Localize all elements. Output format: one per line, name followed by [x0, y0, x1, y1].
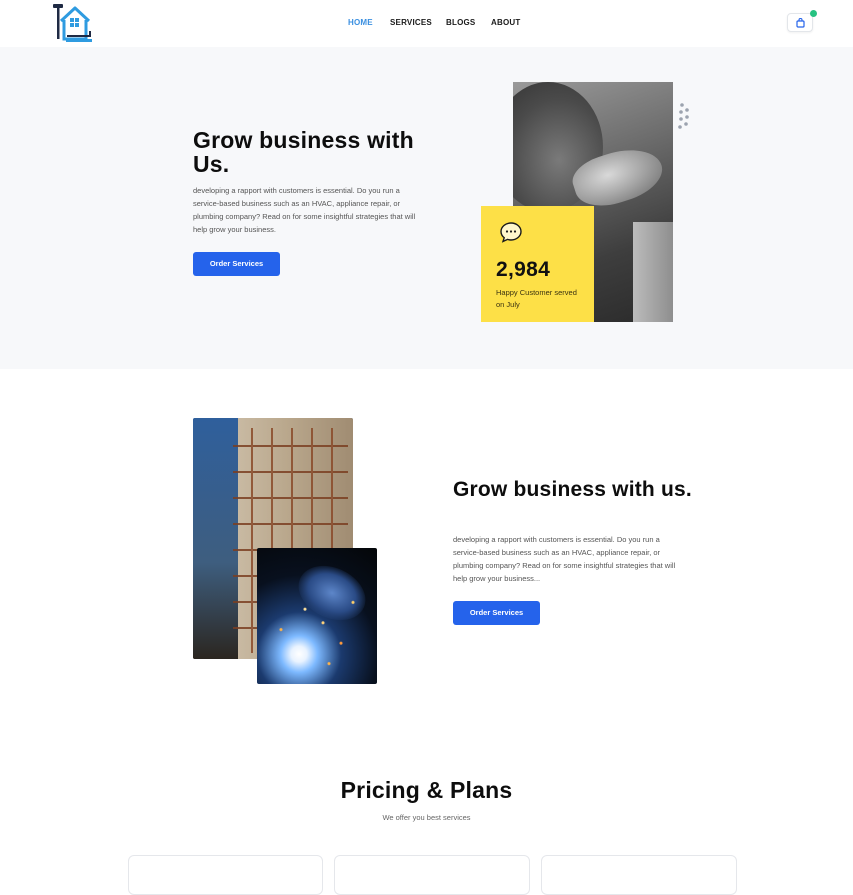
chat-bubble-icon	[500, 222, 522, 243]
section2-title: Grow business with us.	[453, 478, 692, 501]
cart-indicator-dot	[810, 10, 817, 17]
stat-number: 2,984	[496, 258, 551, 281]
welding-photo	[257, 548, 377, 684]
nav-home[interactable]: HOME	[348, 18, 373, 27]
nav-services[interactable]: SERVICES	[390, 18, 432, 27]
pricing-title: Pricing & Plans	[340, 777, 513, 803]
nav-about[interactable]: ABOUT	[491, 18, 520, 27]
cart-button[interactable]	[787, 10, 817, 32]
main-nav: HOME SERVICES BLOGS ABOUT	[0, 18, 853, 30]
shopping-bag-icon	[796, 18, 805, 28]
site-header: HOME SERVICES BLOGS ABOUT	[0, 0, 853, 47]
order-services-button[interactable]: Order Services	[193, 252, 280, 276]
hero-description: developing a rapport with customers is e…	[193, 186, 416, 234]
plan-card[interactable]	[541, 855, 737, 895]
hero-section: Grow business with Us. developing a rapp…	[0, 47, 853, 369]
section2-description: developing a rapport with customers is e…	[453, 535, 676, 583]
nav-blogs[interactable]: BLOGS	[446, 18, 475, 27]
pricing-subtitle: We offer you best services	[382, 813, 471, 822]
hero-title: Grow business with Us.	[193, 127, 414, 177]
plan-card[interactable]	[334, 855, 530, 895]
plan-card[interactable]	[128, 855, 323, 895]
order-services-button-2[interactable]: Order Services	[453, 601, 540, 625]
stat-caption: Happy Customer served on July	[496, 288, 577, 309]
decorative-dots	[678, 103, 689, 129]
customer-stat-card: 2,984 Happy Customer served on July	[481, 206, 594, 322]
